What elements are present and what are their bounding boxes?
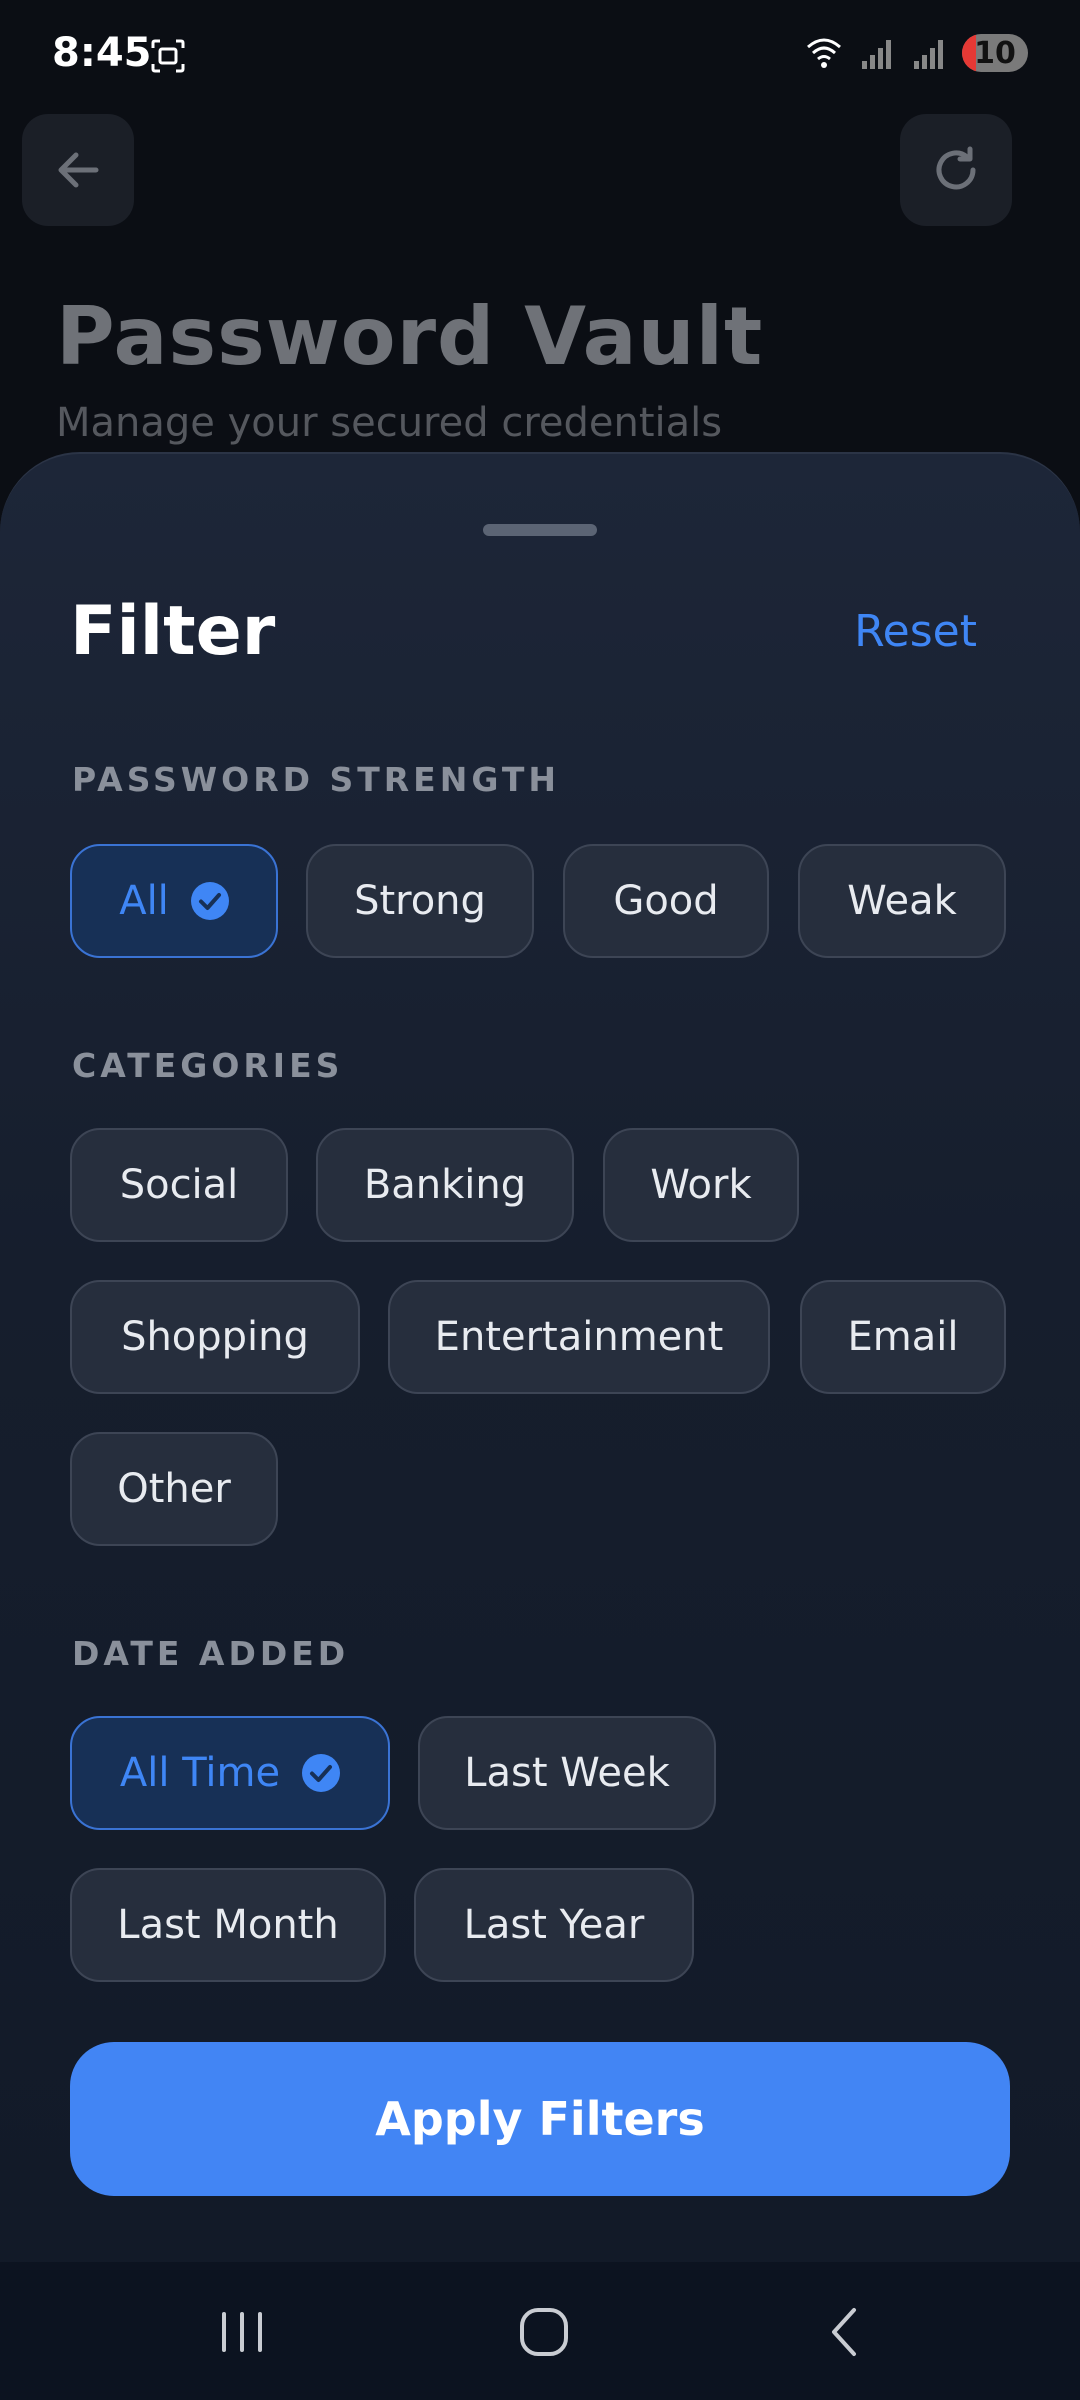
refresh-icon — [936, 146, 976, 190]
chip-category-banking[interactable]: Banking — [316, 1128, 574, 1242]
page-title: Password Vault — [56, 290, 764, 383]
chip-label: Banking — [363, 1162, 527, 1208]
chip-label: All Time — [119, 1750, 281, 1796]
chip-date-all-time[interactable]: All Time — [70, 1716, 390, 1830]
reset-button[interactable]: Reset — [854, 606, 977, 657]
check-circle-icon — [302, 1754, 341, 1792]
chip-label: Work — [650, 1162, 752, 1208]
chip-category-entertainment[interactable]: Entertainment — [388, 1280, 770, 1394]
chip-label: Last Year — [463, 1902, 645, 1948]
back-button[interactable] — [22, 114, 134, 226]
chip-category-other[interactable]: Other — [70, 1432, 278, 1546]
chip-strength-all[interactable]: All — [70, 844, 278, 958]
chip-date-last-year[interactable]: Last Year — [414, 1868, 694, 1982]
chip-label: Last Week — [464, 1750, 670, 1796]
section-label-strength: PASSWORD STRENGTH — [72, 760, 560, 799]
sheet-title: Filter — [70, 592, 276, 671]
chip-strength-good[interactable]: Good — [563, 844, 769, 958]
navigation-bar — [0, 2262, 1080, 2400]
apply-filters-button[interactable]: Apply Filters — [70, 2042, 1010, 2196]
chip-label: Shopping — [121, 1314, 309, 1360]
chip-date-last-month[interactable]: Last Month — [70, 1868, 386, 1982]
chip-label: Email — [847, 1314, 959, 1360]
chip-strength-weak[interactable]: Weak — [798, 844, 1006, 958]
chip-category-shopping[interactable]: Shopping — [70, 1280, 360, 1394]
chip-label: Entertainment — [434, 1314, 724, 1360]
recent-apps-icon[interactable] — [212, 2302, 272, 2362]
arrow-left-icon — [58, 152, 99, 188]
filter-sheet: Filter Reset PASSWORD STRENGTH All Stron… — [0, 452, 1080, 2264]
back-nav-icon[interactable] — [816, 2302, 876, 2362]
chip-label: All — [119, 878, 169, 924]
chip-date-last-week[interactable]: Last Week — [418, 1716, 716, 1830]
chip-label: Strong — [354, 878, 486, 924]
section-label-categories: CATEGORIES — [72, 1046, 344, 1085]
chip-category-social[interactable]: Social — [70, 1128, 288, 1242]
chip-label: Other — [117, 1466, 231, 1512]
chip-label: Last Month — [117, 1902, 339, 1948]
chip-strength-strong[interactable]: Strong — [306, 844, 534, 958]
chip-label: Weak — [847, 878, 957, 924]
chip-category-email[interactable]: Email — [800, 1280, 1006, 1394]
chip-category-work[interactable]: Work — [603, 1128, 799, 1242]
refresh-button[interactable] — [900, 114, 1012, 226]
chip-label: Good — [613, 878, 719, 924]
home-icon[interactable] — [514, 2302, 574, 2362]
section-label-date: DATE ADDED — [72, 1634, 350, 1673]
chip-label: Social — [119, 1162, 239, 1208]
check-circle-icon — [190, 882, 229, 920]
page-subtitle: Manage your secured credentials — [56, 400, 723, 446]
drag-handle[interactable] — [483, 524, 597, 536]
